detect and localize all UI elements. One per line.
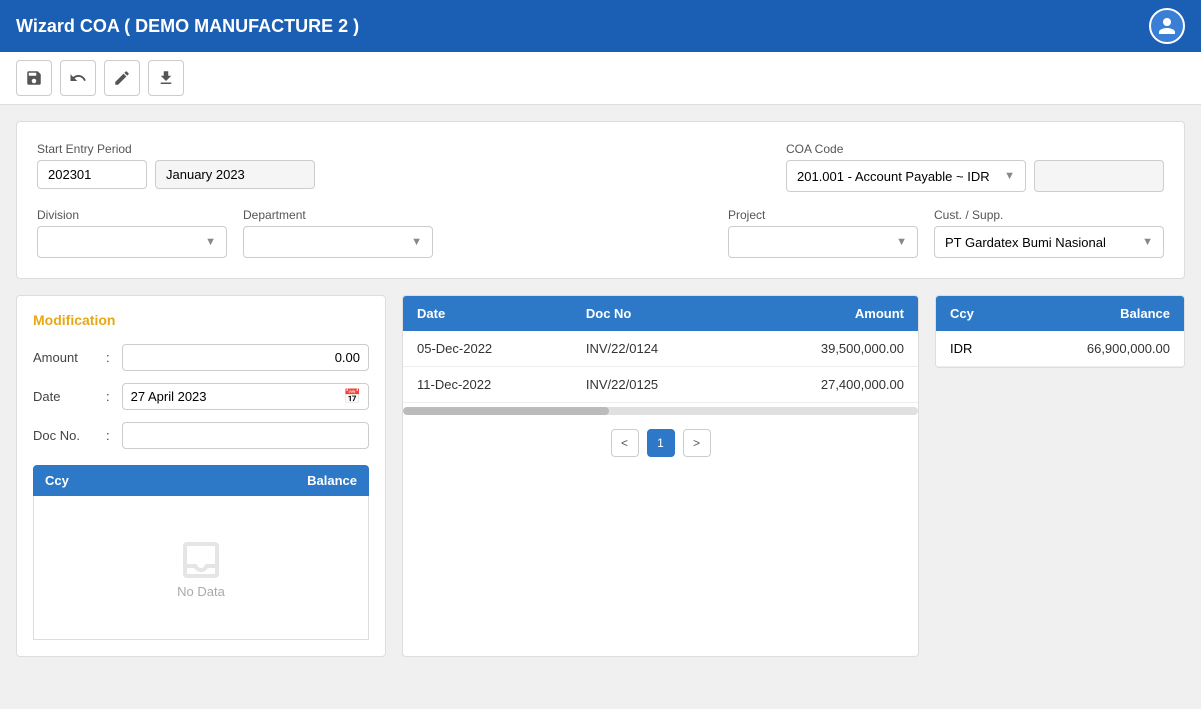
docno-row: Doc No. : (33, 422, 369, 449)
modification-title: Modification (33, 312, 369, 328)
undo-icon (69, 69, 87, 87)
transactions-table: Date Doc No Amount 05-Dec-2022 INV/22/01… (403, 296, 918, 403)
docno-cell: INV/22/0124 (572, 331, 736, 367)
header: Wizard COA ( DEMO MANUFACTURE 2 ) (0, 0, 1201, 52)
division-group: Division ▼ (37, 208, 227, 258)
date-column-header: Date (403, 296, 572, 331)
docno-cell: INV/22/0125 (572, 367, 736, 403)
chevron-down-icon: ▼ (896, 236, 907, 248)
save-button[interactable] (16, 60, 52, 96)
date-input-wrap: 27 April 2023 📅 (122, 383, 369, 410)
cust-supp-group: Cust. / Supp. PT Gardatex Bumi Nasional … (934, 208, 1164, 258)
transactions-header-row: Date Doc No Amount (403, 296, 918, 331)
docno-label: Doc No. (33, 428, 98, 443)
transactions-panel: Date Doc No Amount 05-Dec-2022 INV/22/01… (402, 295, 919, 657)
scrollbar-thumb (403, 407, 609, 415)
entry-period-label: Start Entry Period (37, 142, 315, 156)
prev-page-button[interactable]: < (611, 429, 639, 457)
lower-section: Modification Amount : 0.00 Date : 27 Apr… (16, 295, 1185, 657)
chevron-down-icon: ▼ (1142, 236, 1153, 248)
pagination: < 1 > (403, 419, 918, 467)
next-page-button[interactable]: > (683, 429, 711, 457)
no-data-icon (177, 536, 225, 584)
amount-row: Amount : 0.00 (33, 344, 369, 371)
save-icon (25, 69, 43, 87)
header-title: Wizard COA ( DEMO MANUFACTURE 2 ) (16, 16, 359, 37)
division-select[interactable]: ▼ (37, 226, 227, 258)
department-group: Department ▼ (243, 208, 433, 258)
entry-period-code-input[interactable]: 202301 (37, 160, 147, 189)
entry-period-name-input[interactable]: January 2023 (155, 160, 315, 189)
amount-cell: 27,400,000.00 (736, 367, 918, 403)
balance-cell: 66,900,000.00 (1087, 341, 1170, 356)
department-label: Department (243, 208, 433, 222)
date-cell: 05-Dec-2022 (403, 331, 572, 367)
coa-group: COA Code 201.001 - Account Payable ~ IDR… (786, 142, 1164, 192)
amount-label: Amount (33, 350, 98, 365)
department-select[interactable]: ▼ (243, 226, 433, 258)
toolbar (0, 52, 1201, 105)
coa-credit-input: IDR - Credit (1034, 160, 1164, 192)
project-select[interactable]: ▼ (728, 226, 918, 258)
table-row[interactable]: 11-Dec-2022 INV/22/0125 27,400,000.00 (403, 367, 918, 403)
coa-label: COA Code (786, 142, 1164, 156)
amount-input[interactable]: 0.00 (122, 344, 369, 371)
cust-supp-label: Cust. / Supp. (934, 208, 1164, 222)
main-content: Start Entry Period 202301 January 2023 C… (0, 105, 1201, 673)
calendar-icon[interactable]: 📅 (344, 388, 361, 405)
project-group: Project ▼ (728, 208, 918, 258)
date-row: Date : 27 April 2023 📅 (33, 383, 369, 410)
table-row[interactable]: 05-Dec-2022 INV/22/0124 39,500,000.00 (403, 331, 918, 367)
current-page-button[interactable]: 1 (647, 429, 675, 457)
list-item: IDR 66,900,000.00 (936, 331, 1184, 367)
edit-button[interactable] (104, 60, 140, 96)
project-label: Project (728, 208, 918, 222)
ccy-right-panel: Ccy Balance IDR 66,900,000.00 (935, 295, 1185, 368)
date-label: Date (33, 389, 98, 404)
ccy-cell: IDR (950, 341, 972, 356)
modification-panel: Modification Amount : 0.00 Date : 27 Apr… (16, 295, 386, 657)
no-data-text: No Data (177, 584, 225, 599)
docno-input[interactable] (122, 422, 369, 449)
top-card: Start Entry Period 202301 January 2023 C… (16, 121, 1185, 279)
docno-column-header: Doc No (572, 296, 736, 331)
entry-period-group: Start Entry Period 202301 January 2023 (37, 142, 315, 189)
amount-cell: 39,500,000.00 (736, 331, 918, 367)
amount-column-header: Amount (736, 296, 918, 331)
date-cell: 11-Dec-2022 (403, 367, 572, 403)
chevron-down-icon: ▼ (1004, 170, 1015, 182)
no-data-container: No Data (33, 496, 369, 640)
cust-supp-select[interactable]: PT Gardatex Bumi Nasional ▼ (934, 226, 1164, 258)
ccy-balance-header: Ccy Balance (33, 465, 369, 496)
chevron-down-icon: ▼ (411, 236, 422, 248)
horizontal-scrollbar[interactable] (403, 407, 918, 415)
export-icon (157, 69, 175, 87)
ccy-right-header: Ccy Balance (936, 296, 1184, 331)
undo-button[interactable] (60, 60, 96, 96)
export-button[interactable] (148, 60, 184, 96)
date-input[interactable]: 27 April 2023 (122, 383, 369, 410)
coa-code-select[interactable]: 201.001 - Account Payable ~ IDR ▼ (786, 160, 1026, 192)
user-icon (1157, 16, 1177, 36)
division-label: Division (37, 208, 227, 222)
chevron-down-icon: ▼ (205, 236, 216, 248)
edit-icon (113, 69, 131, 87)
user-avatar[interactable] (1149, 8, 1185, 44)
